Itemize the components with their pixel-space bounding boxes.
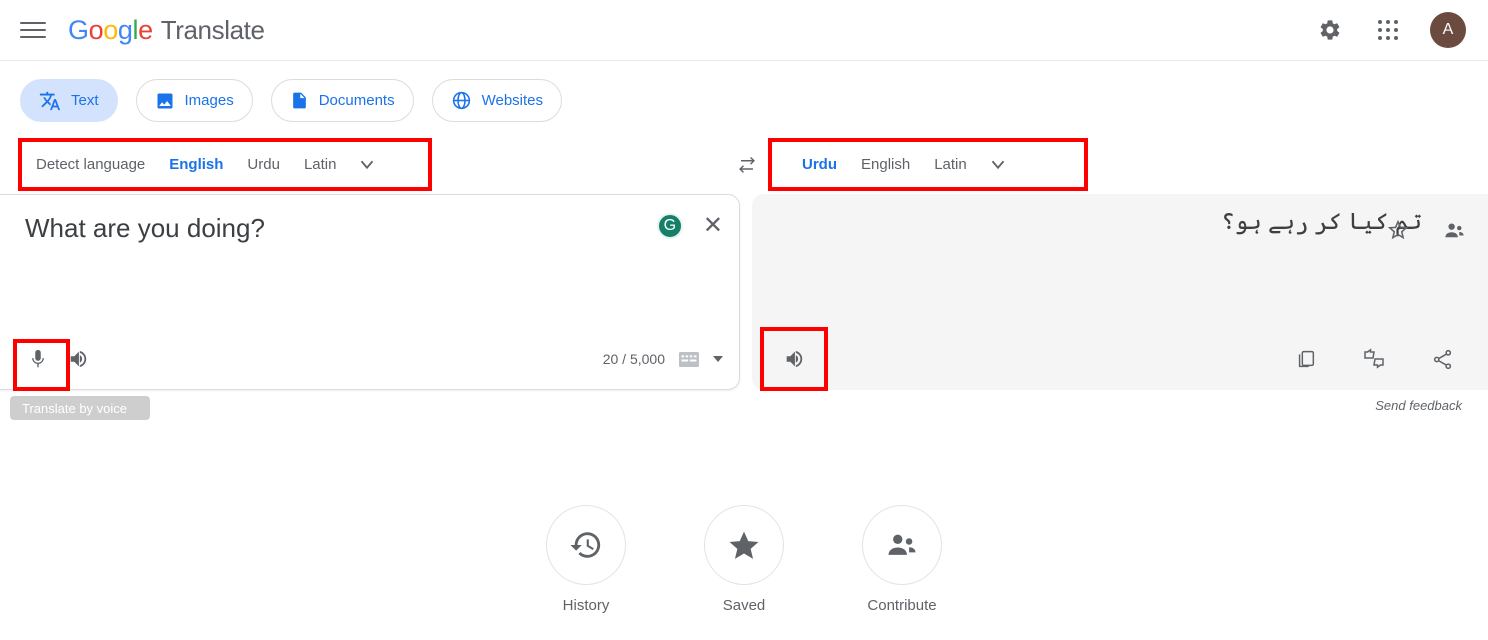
gear-icon[interactable]: [1314, 14, 1346, 46]
app-header: Google Translate A: [0, 0, 1488, 61]
send-feedback-link[interactable]: Send feedback: [1375, 398, 1462, 413]
avatar-letter: A: [1442, 21, 1454, 38]
apps-grid-icon[interactable]: [1372, 14, 1404, 46]
globe-icon: [452, 91, 470, 110]
keyboard-icon[interactable]: [679, 351, 699, 367]
output-panel-toolbar: [752, 328, 1488, 390]
speaker-icon[interactable]: [58, 339, 98, 379]
swap-languages-icon[interactable]: [733, 152, 761, 180]
people-icon: [862, 505, 942, 585]
brand-logo[interactable]: Google Translate: [68, 15, 265, 46]
source-panel-top-icons: G ✕: [656, 213, 723, 239]
app-title: Translate: [160, 14, 265, 45]
star-filled-icon: [704, 505, 784, 585]
target-lang-urdu[interactable]: Urdu: [790, 138, 849, 190]
source-language-selector: Detect language English Urdu Latin: [24, 138, 386, 190]
nav-history-label: History: [562, 597, 610, 614]
translate-by-voice-tooltip: Translate by voice: [10, 396, 150, 420]
caret-down-icon[interactable]: [713, 356, 723, 362]
source-text-input[interactable]: What are you doing?: [25, 211, 615, 245]
source-panel-toolbar: 20 / 5,000: [0, 329, 739, 389]
nav-contribute[interactable]: Contribute: [862, 505, 942, 614]
target-language-selector: Urdu English Latin: [790, 138, 1017, 190]
google-wordmark: Google: [68, 15, 153, 46]
image-icon: [157, 93, 173, 108]
tab-websites-label: Websites: [481, 92, 544, 109]
tooltip-text: Translate by voice: [22, 400, 128, 416]
tab-images[interactable]: Images: [135, 79, 253, 122]
nav-saved-label: Saved: [722, 597, 766, 614]
output-translation-panel: تم کیا کر رہے ہو؟: [752, 194, 1488, 390]
logo-letter-g1: G: [68, 14, 89, 45]
people-icon[interactable]: [1434, 210, 1474, 250]
grammarly-g-icon[interactable]: G: [656, 213, 683, 239]
copy-icon[interactable]: [1286, 339, 1326, 379]
target-lang-english[interactable]: English: [849, 138, 922, 190]
character-counter-group: 20 / 5,000: [603, 351, 723, 367]
translate-text-icon: [39, 91, 61, 110]
source-text-panel[interactable]: What are you doing? G ✕ 20 / 5,000: [0, 194, 740, 390]
grammarly-letter: G: [663, 217, 677, 234]
logo-letter-e: e: [138, 14, 153, 45]
tab-documents-label: Documents: [318, 92, 395, 109]
output-panel-top-icons: [1378, 210, 1474, 250]
chevron-down-icon[interactable]: [979, 138, 1017, 190]
tab-text[interactable]: Text: [20, 79, 118, 122]
tab-text-label: Text: [71, 92, 99, 109]
target-lang-latin[interactable]: Latin: [922, 138, 979, 190]
share-icon[interactable]: [1422, 339, 1462, 379]
logo-letter-g2: g: [117, 14, 133, 45]
thumbs-up-down-icon[interactable]: [1354, 339, 1394, 379]
nav-saved[interactable]: Saved: [704, 505, 784, 614]
tab-images-label: Images: [184, 92, 234, 109]
source-lang-english[interactable]: English: [157, 138, 235, 190]
hamburger-menu-icon[interactable]: [20, 17, 46, 43]
close-x-icon[interactable]: ✕: [703, 214, 723, 238]
star-outline-icon[interactable]: [1378, 210, 1418, 250]
logo-letter-o1: o: [88, 14, 104, 45]
logo-letter-o2: o: [103, 14, 118, 45]
mode-tabs: Text Images Documents Websites: [20, 79, 563, 122]
tab-documents[interactable]: Documents: [270, 79, 414, 122]
nav-history[interactable]: History: [546, 505, 626, 614]
source-lang-latin[interactable]: Latin: [292, 138, 349, 190]
tab-websites[interactable]: Websites: [431, 79, 563, 122]
bottom-navigation: History Saved Contribute: [0, 505, 1488, 614]
speaker-icon[interactable]: [774, 339, 814, 379]
character-count: 20 / 5,000: [602, 351, 665, 367]
avatar[interactable]: A: [1430, 12, 1466, 48]
document-icon: [292, 92, 306, 109]
output-action-icons: [1286, 339, 1462, 379]
source-lang-detect[interactable]: Detect language: [24, 138, 157, 190]
source-lang-urdu[interactable]: Urdu: [235, 138, 292, 190]
nav-contribute-label: Contribute: [867, 597, 937, 614]
google-translate-page: Google Translate A Text Images Documents…: [0, 0, 1488, 640]
chevron-down-icon[interactable]: [348, 138, 386, 190]
history-clock-icon: [546, 505, 626, 585]
header-actions: A: [1314, 12, 1466, 48]
microphone-icon[interactable]: [18, 339, 58, 379]
